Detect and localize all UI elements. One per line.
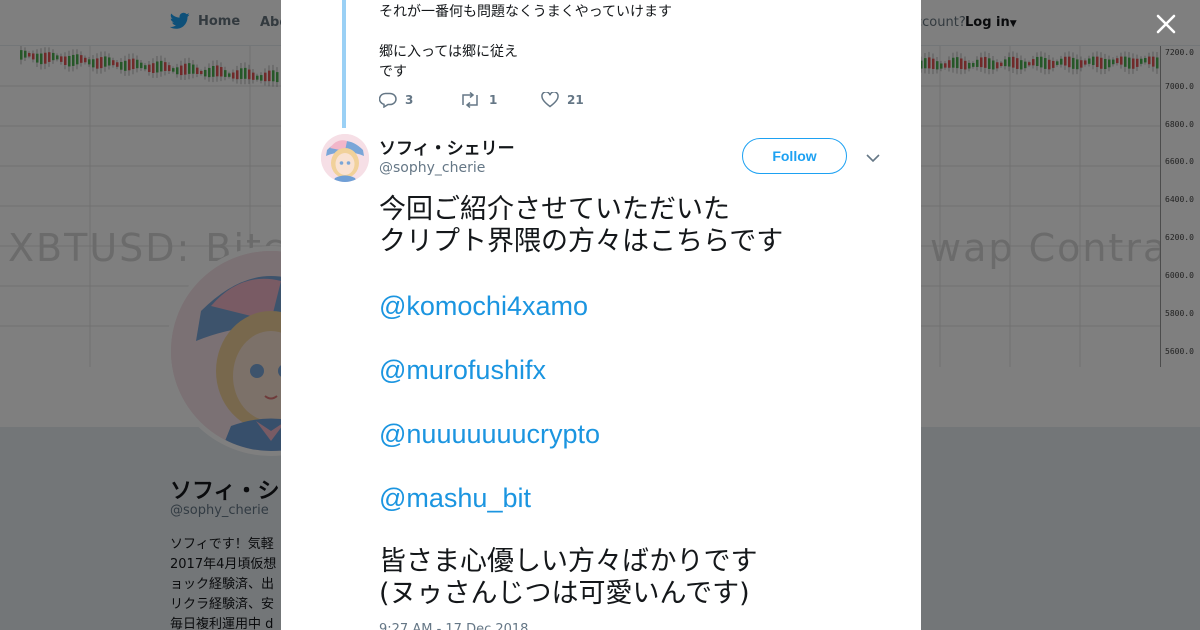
retweet-count: 1 (489, 93, 498, 107)
tweet-text-line: 皆さま心優しい方々ばかりです (379, 546, 758, 577)
close-modal-button[interactable] (1152, 10, 1180, 38)
tweet-author-name[interactable]: ソフィ・シェリー (379, 134, 515, 159)
tweet-timestamp[interactable]: 9:27 AM - 17 Dec 2018 (379, 622, 528, 630)
reply-count: 3 (405, 93, 414, 107)
tweet-author-handle[interactable]: @sophy_cherie (379, 160, 485, 176)
tweet-text-line: クリプト界隈の方々はこちらです (379, 226, 784, 257)
reply-button[interactable]: 3 (379, 92, 413, 108)
heart-icon (541, 92, 559, 108)
tweet-text: 今回ご紹介させていただいた クリプト界隈の方々はこちらです @komochi4x… (379, 194, 889, 610)
like-count: 21 (567, 93, 584, 107)
mention-link[interactable]: @mashu_bit (379, 482, 889, 514)
retweet-button[interactable]: 1 (459, 92, 497, 108)
tweet-permalink-modal: それが一番何も問題なくうまくやっていけます 郷に入っては郷に従え です 3 1 … (281, 0, 921, 630)
previous-tweet-text: それが一番何も問題なくうまくやっていけます 郷に入っては郷に従え です (379, 4, 673, 80)
conversation-thread-line (342, 0, 346, 128)
mention-link[interactable]: @komochi4xamo (379, 290, 889, 322)
mention-link[interactable]: @nuuuuuuucrypto (379, 418, 889, 450)
tweet-text-line: (ヌゥさんじつは可愛いんです) (379, 578, 750, 609)
more-options-button[interactable] (865, 150, 881, 164)
retweet-icon (462, 92, 478, 108)
chevron-down-icon (866, 154, 880, 163)
tweet-text-line: 今回ご紹介させていただいた (379, 194, 730, 225)
follow-button[interactable]: Follow (742, 138, 847, 174)
tweet-author-avatar[interactable] (321, 134, 369, 182)
like-button[interactable]: 21 (541, 92, 584, 108)
mention-link[interactable]: @murofushifx (379, 354, 889, 386)
doll-avatar-icon (321, 134, 369, 182)
reply-icon (379, 92, 397, 108)
close-icon (1156, 14, 1176, 34)
